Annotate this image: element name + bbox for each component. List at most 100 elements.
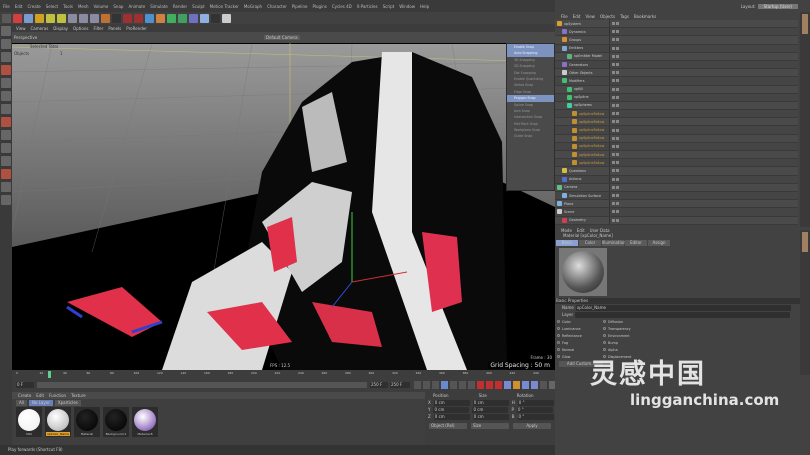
palette-tool-icon[interactable]: [1, 91, 11, 101]
viewport-menu-view[interactable]: View: [16, 26, 26, 31]
playback-button[interactable]: [486, 381, 493, 389]
toolbar-tool-icon[interactable]: [200, 13, 209, 23]
object-row[interactable]: xpSpheres: [555, 101, 798, 111]
visibility-toggle[interactable]: [610, 120, 622, 124]
object-menu-file[interactable]: File: [561, 14, 568, 19]
toolbar-tool-icon[interactable]: [123, 13, 132, 23]
visibility-toggle[interactable]: [610, 38, 622, 42]
object-row[interactable]: xpSplineFollow: [555, 142, 798, 151]
menu-select[interactable]: Select: [46, 4, 58, 9]
visibility-toggle[interactable]: [610, 210, 622, 214]
visibility-toggle[interactable]: [610, 95, 622, 99]
material-swatch[interactable]: Mat: [16, 407, 42, 437]
menu-plugins[interactable]: Plugins: [313, 4, 327, 9]
channel-checkbox[interactable]: Luminance: [557, 325, 593, 332]
channel-checkbox[interactable]: Diffusion: [603, 318, 639, 325]
material-menu-edit[interactable]: Edit: [36, 393, 44, 398]
palette-tool-icon[interactable]: [1, 39, 11, 49]
visibility-toggle[interactable]: [610, 161, 622, 165]
object-row[interactable]: xpSplineFollow: [555, 126, 798, 135]
menu-edit[interactable]: Edit: [15, 4, 23, 9]
menu-x-particles[interactable]: X-Particles: [357, 4, 378, 9]
menu-create[interactable]: Create: [27, 4, 40, 9]
attributes-tab[interactable]: [802, 232, 808, 252]
visibility-toggle[interactable]: [610, 185, 622, 189]
playback-button[interactable]: [441, 381, 448, 389]
menu-mesh[interactable]: Mesh: [78, 4, 89, 9]
coordinate-mode-dropdown[interactable]: Object (Rel): [429, 423, 467, 429]
channel-checkbox[interactable]: Color: [557, 318, 593, 325]
visibility-toggle[interactable]: [610, 112, 622, 116]
size-field[interactable]: 0 cm: [472, 413, 509, 420]
camera-label[interactable]: Default Camera: [264, 35, 300, 40]
material-swatch[interactable]: Background.1: [103, 407, 129, 437]
menu-snap[interactable]: Snap: [113, 4, 123, 9]
object-row[interactable]: xpSplineFollow: [555, 110, 798, 119]
menu-character[interactable]: Character: [267, 4, 287, 9]
menu-sculpt[interactable]: Sculpt: [192, 4, 205, 9]
viewport-menu-display[interactable]: Display: [53, 26, 68, 31]
visibility-toggle[interactable]: [610, 136, 622, 140]
start-frame[interactable]: 0 F: [16, 382, 23, 387]
object-row[interactable]: Groups: [555, 36, 798, 45]
attribute-tab-illumination[interactable]: Illumination: [602, 240, 626, 246]
position-field[interactable]: 0 cm: [433, 399, 470, 406]
object-row[interactable]: xpSystem: [555, 20, 798, 29]
visibility-toggle[interactable]: [610, 46, 622, 50]
menu-volume[interactable]: Volume: [93, 4, 108, 9]
toolbar-tool-icon[interactable]: [68, 13, 77, 23]
timeline-ruler[interactable]: 0 20 40 60 80 100 120 140 160 180 200 220 240 260 280 3…: [16, 371, 551, 379]
channel-checkbox[interactable]: Fog: [557, 339, 593, 346]
object-row[interactable]: xpEmitter Model: [555, 52, 798, 61]
menu-file[interactable]: File: [3, 4, 10, 9]
attribute-tab-basic[interactable]: Basic: [556, 240, 578, 246]
palette-tool-icon[interactable]: [1, 52, 11, 62]
material-menu-create[interactable]: Create: [18, 393, 31, 398]
menu-pipeline[interactable]: Pipeline: [292, 4, 308, 9]
menu-motion-tracker[interactable]: Motion Tracker: [210, 4, 239, 9]
toolbar-tool-icon[interactable]: [46, 13, 55, 23]
rotation-field[interactable]: 0 °: [517, 413, 554, 420]
attribute-tab-assign[interactable]: Assign: [648, 240, 670, 246]
layout-dropdown[interactable]: Startup (User): [757, 3, 798, 9]
object-row[interactable]: Scene: [555, 208, 798, 217]
object-row[interactable]: xpSplineFollow: [555, 134, 798, 143]
toolbar-tool-icon[interactable]: [79, 13, 88, 23]
viewport[interactable]: Perspective Default Camera Selected Tota…: [12, 32, 555, 370]
object-row[interactable]: xpKill: [555, 85, 798, 94]
menu-cycles-4d[interactable]: Cycles 4D: [332, 4, 352, 9]
playback-button[interactable]: [504, 381, 511, 389]
palette-tool-icon[interactable]: [1, 143, 11, 153]
size-field[interactable]: 0 cm: [472, 406, 509, 413]
menu-window[interactable]: Window: [399, 4, 415, 9]
object-row[interactable]: Questions: [555, 167, 798, 176]
toolbar-tool-icon[interactable]: [35, 13, 44, 23]
viewport-menu-filter[interactable]: Filter: [93, 26, 103, 31]
timeline[interactable]: 0 20 40 60 80 100 120 140 160 180 200 220 240 260 280 3…: [12, 370, 556, 392]
menu-script[interactable]: Script: [383, 4, 395, 9]
object-menu-bookmarks[interactable]: Bookmarks: [634, 14, 656, 19]
playback-button[interactable]: [432, 381, 439, 389]
objects-tab[interactable]: [802, 14, 808, 34]
object-row[interactable]: Geometry: [555, 216, 798, 225]
toolbar-tool-icon[interactable]: [222, 13, 231, 23]
playback-button[interactable]: [495, 381, 502, 389]
material-menu-function[interactable]: Function: [49, 393, 66, 398]
object-row[interactable]: Plane: [555, 200, 798, 209]
position-field[interactable]: 0 cm: [433, 413, 470, 420]
attribute-menu-item[interactable]: Mode: [561, 228, 572, 233]
size-mode-dropdown[interactable]: Size: [471, 423, 509, 429]
material-menu-texture[interactable]: Texture: [71, 393, 86, 398]
toolbar-tool-icon[interactable]: [189, 13, 198, 23]
channel-checkbox[interactable]: Glow: [557, 353, 593, 360]
visibility-toggle[interactable]: [610, 79, 622, 83]
object-row[interactable]: xpSplineFollow: [555, 151, 798, 160]
visibility-toggle[interactable]: [610, 202, 622, 206]
channel-checkbox[interactable]: Transparency: [603, 325, 639, 332]
visibility-toggle[interactable]: [610, 103, 622, 107]
palette-tool-icon[interactable]: [1, 65, 11, 75]
max-frame[interactable]: 250 F: [390, 382, 402, 387]
channel-checkbox[interactable]: Reflectance: [557, 332, 593, 339]
palette-tool-icon[interactable]: [1, 130, 11, 140]
palette-tool-icon[interactable]: [1, 104, 11, 114]
